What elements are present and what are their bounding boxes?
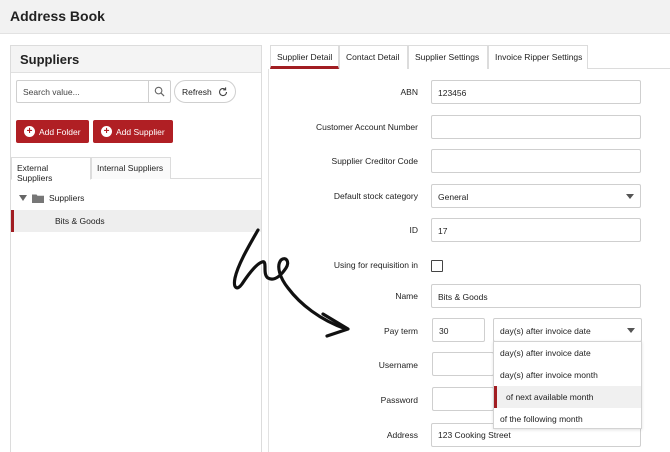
pay-term-option[interactable]: day(s) after invoice month [494,364,641,386]
plus-circle-icon: + [24,126,35,137]
pay-term-input[interactable]: 30 [432,318,485,342]
tab-supplier-settings[interactable]: Supplier Settings [408,45,488,69]
search-button[interactable] [148,81,170,102]
username-label: Username [378,360,418,370]
using-for-requisition-label: Using for requisition in [333,260,418,270]
address-label: Address [386,430,418,440]
add-folder-label: Add Folder [39,126,81,137]
chevron-down-icon [627,328,635,333]
folder-icon [32,194,44,203]
pay-term-label: Pay term [383,326,418,336]
refresh-icon [218,86,227,96]
pay-term-option[interactable]: of the following month [494,408,641,430]
panel-divider [268,69,269,452]
abn-label: ABN [400,87,418,97]
suppliers-panel-header: Suppliers [11,46,261,73]
suppliers-panel-title: Suppliers [20,52,80,67]
supplier-tabs: Supplier Detail Contact Detail Supplier … [270,45,670,69]
tree-root-label: Suppliers [49,193,85,203]
name-label: Name [395,291,418,301]
customer-account-number-label: Customer Account Number [315,122,418,132]
tab-contact-detail[interactable]: Contact Detail [339,45,408,69]
top-bar: Address Book [0,0,670,34]
search-box [16,80,171,103]
password-input[interactable] [432,387,494,411]
search-input[interactable] [17,81,147,102]
caret-down-icon[interactable] [19,195,27,201]
supplier-creditor-code-label: Supplier Creditor Code [331,156,418,166]
abn-input[interactable]: 123456 [431,80,641,104]
plus-circle-icon: + [101,126,112,137]
customer-account-number-input[interactable] [431,115,641,139]
id-input[interactable]: 17 [431,218,641,242]
tab-invoice-ripper-settings[interactable]: Invoice Ripper Settings [488,45,588,69]
username-input[interactable] [432,352,494,376]
pay-term-unit-select[interactable]: day(s) after invoice date [493,318,642,342]
refresh-button[interactable]: Refresh [174,80,236,103]
tree-root-suppliers[interactable]: Suppliers [19,190,84,206]
name-input[interactable]: Bits & Goods [431,284,641,308]
using-for-requisition-checkbox[interactable] [431,260,443,272]
refresh-label: Refresh [182,86,212,97]
add-folder-button[interactable]: + Add Folder [16,120,89,143]
default-stock-category-label: Default stock category [333,191,418,201]
suppliers-panel: Suppliers Refresh + Add Folder + Add Sup… [10,45,262,452]
default-stock-category-select[interactable]: General [431,184,641,208]
address-book-app: Address Book Suppliers Refresh + Add Fol… [0,0,670,452]
pay-term-dropdown: day(s) after invoice date day(s) after i… [493,341,642,429]
add-supplier-button[interactable]: + Add Supplier [93,120,173,143]
tab-supplier-detail[interactable]: Supplier Detail [270,45,339,69]
pay-term-option[interactable]: day(s) after invoice date [494,342,641,364]
pay-term-unit-value: day(s) after invoice date [500,326,591,336]
supplier-type-tabs: External Suppliers Internal Suppliers [11,155,261,183]
tab-external-suppliers[interactable]: External Suppliers [11,157,91,183]
pay-term-option-highlighted[interactable]: of next available month [494,386,641,408]
search-icon [154,86,165,97]
tree-item-bits-goods[interactable]: Bits & Goods [11,210,261,232]
app-title: Address Book [10,8,105,24]
tab-internal-suppliers[interactable]: Internal Suppliers [91,157,171,179]
id-label: ID [409,225,419,235]
default-stock-category-value: General [438,192,469,202]
chevron-down-icon [626,194,634,199]
password-label: Password [380,395,418,405]
add-supplier-label: Add Supplier [116,126,165,137]
supplier-creditor-code-input[interactable] [431,149,641,173]
